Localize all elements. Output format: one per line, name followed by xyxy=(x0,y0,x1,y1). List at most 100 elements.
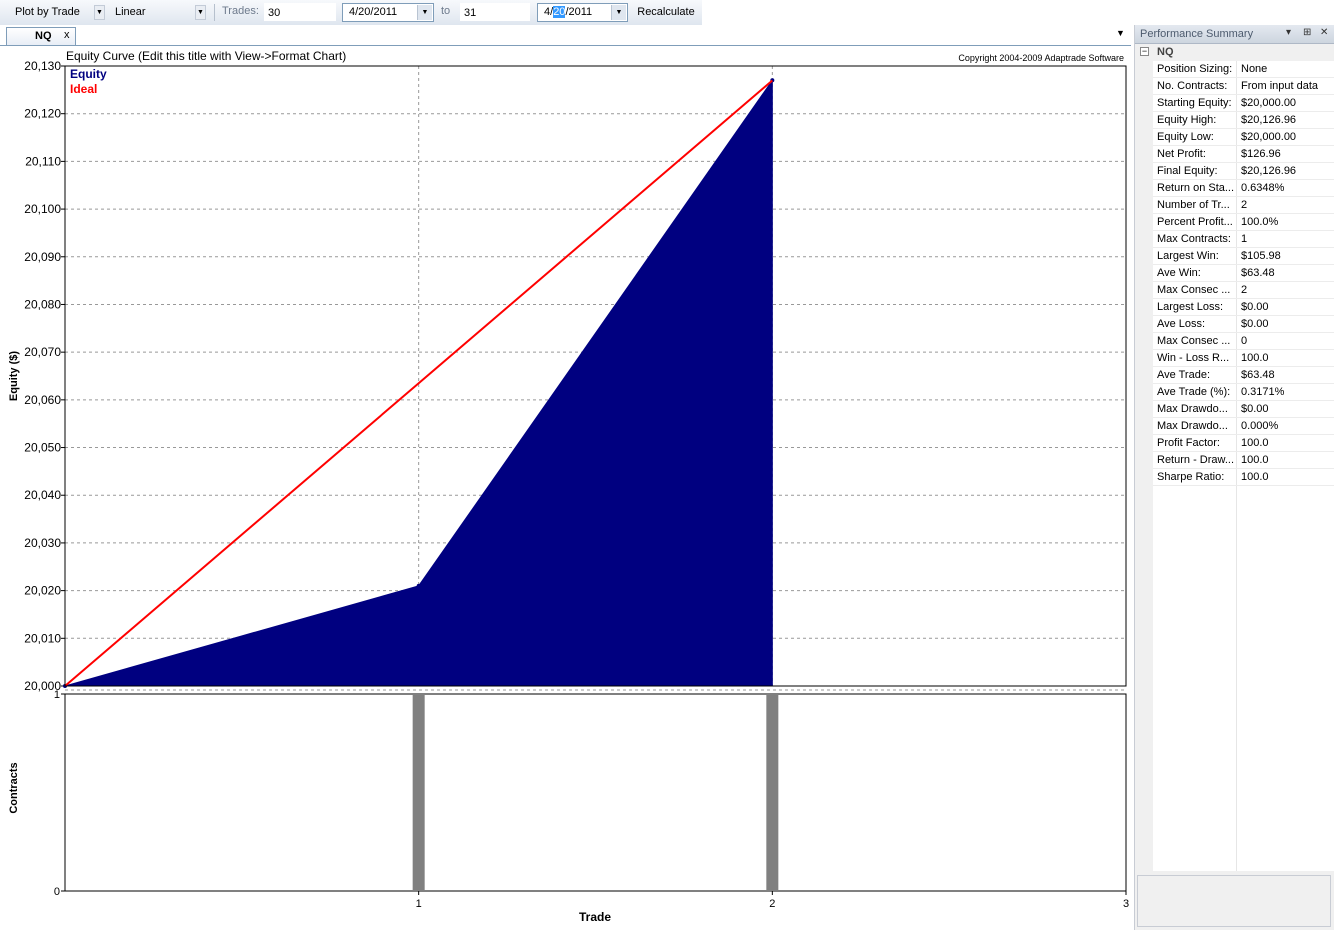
grid-group-nq[interactable]: − NQ xyxy=(1136,44,1334,61)
contracts-y-tick-label: 0 xyxy=(54,886,60,898)
trades-from-input[interactable]: 30 xyxy=(264,3,336,21)
property-name: Final Equity: xyxy=(1157,165,1218,177)
property-name: Win - Loss R... xyxy=(1157,352,1230,364)
property-row[interactable]: Equity High: $20,126.96 xyxy=(1153,112,1334,129)
property-row[interactable]: Percent Profit... 100.0% xyxy=(1153,214,1334,231)
property-row[interactable]: Equity Low: $20,000.00 xyxy=(1153,129,1334,146)
equity-y-tick-label: 20,100 xyxy=(24,202,61,216)
property-name: Sharpe Ratio: xyxy=(1157,471,1225,483)
property-row[interactable]: Ave Win: $63.48 xyxy=(1153,265,1334,282)
to-label: to xyxy=(441,5,451,17)
property-row[interactable]: Sharpe Ratio: 100.0 xyxy=(1153,469,1334,486)
property-value: $20,126.96 xyxy=(1241,165,1297,177)
property-value: 100.0 xyxy=(1241,454,1269,466)
equity-y-tick-label: 20,010 xyxy=(24,631,61,645)
property-row[interactable]: Number of Tr... 2 xyxy=(1153,197,1334,214)
date-to-picker[interactable]: 4/20/2011 ▼ xyxy=(537,3,628,22)
chart-copyright: Copyright 2004-2009 Adaptrade Software xyxy=(958,53,1124,63)
property-row[interactable]: Final Equity: $20,126.96 xyxy=(1153,163,1334,180)
equity-point xyxy=(416,583,421,588)
property-value: 0.000% xyxy=(1241,420,1279,432)
recalculate-button[interactable]: Recalculate xyxy=(631,2,701,22)
plot-mode-select[interactable]: Plot by Trade xyxy=(12,3,92,21)
property-value: 0 xyxy=(1241,335,1248,347)
property-row[interactable]: Max Contracts: 1 xyxy=(1153,231,1334,248)
property-name: Return on Sta... xyxy=(1157,182,1235,194)
panel-float-icon[interactable]: ⊞ xyxy=(1303,27,1311,38)
property-name: Max Contracts: xyxy=(1157,233,1231,245)
property-name: Ave Trade (%): xyxy=(1157,386,1231,398)
panel-close-icon[interactable]: ✕ xyxy=(1320,27,1328,38)
plot-mode-dropdown-icon[interactable]: ▼ xyxy=(94,5,105,20)
property-row[interactable]: Position Sizing: None xyxy=(1153,61,1334,78)
tab-nq-label: NQ xyxy=(35,30,52,42)
property-row[interactable]: Largest Win: $105.98 xyxy=(1153,248,1334,265)
property-row[interactable]: Max Consec ... 2 xyxy=(1153,282,1334,299)
date-from-dropdown-icon[interactable]: ▼ xyxy=(417,5,432,20)
property-row[interactable]: Ave Trade: $63.48 xyxy=(1153,367,1334,384)
equity-y-tick-label: 20,130 xyxy=(24,59,61,73)
panel-title: Performance Summary xyxy=(1140,28,1254,40)
property-name: Ave Trade: xyxy=(1157,369,1210,381)
property-row[interactable]: No. Contracts: From input data xyxy=(1153,78,1334,95)
tab-nq[interactable]: NQ x xyxy=(6,27,76,45)
property-value: $126.96 xyxy=(1241,148,1281,160)
property-row[interactable]: Max Consec ... 0 xyxy=(1153,333,1334,350)
equity-y-tick-label: 20,030 xyxy=(24,536,61,550)
equity-y-tick-label: 20,020 xyxy=(24,584,61,598)
collapse-icon[interactable]: − xyxy=(1140,47,1149,56)
equity-y-tick-label: 20,080 xyxy=(24,297,61,311)
toolbar-empty-area xyxy=(702,0,1334,25)
panel-options-icon[interactable]: ▾ xyxy=(1286,27,1291,38)
property-row[interactable]: Starting Equity: $20,000.00 xyxy=(1153,95,1334,112)
equity-y-tick-label: 20,090 xyxy=(24,250,61,264)
equity-axis-label: Equity ($) xyxy=(8,351,20,401)
property-row[interactable]: Max Drawdo... 0.000% xyxy=(1153,418,1334,435)
equity-y-tick-label: 20,040 xyxy=(24,488,61,502)
trades-to-input[interactable]: 31 xyxy=(460,3,530,21)
property-row[interactable]: Max Drawdo... $0.00 xyxy=(1153,401,1334,418)
property-name: Equity Low: xyxy=(1157,131,1214,143)
date-from-picker[interactable]: 4/20/2011 ▼ xyxy=(342,3,434,22)
property-value: $20,000.00 xyxy=(1241,131,1297,143)
property-name: Number of Tr... xyxy=(1157,199,1230,211)
property-name: Max Consec ... xyxy=(1157,284,1231,296)
property-value: 2 xyxy=(1241,284,1248,296)
property-name: Max Drawdo... xyxy=(1157,403,1228,415)
property-value: $20,000.00 xyxy=(1241,97,1297,109)
scale-select[interactable]: Linear xyxy=(112,3,194,21)
property-row[interactable]: Ave Trade (%): 0.3171% xyxy=(1153,384,1334,401)
document-menu-icon[interactable]: ▼ xyxy=(1116,28,1125,38)
property-name: Ave Loss: xyxy=(1157,318,1206,330)
property-row[interactable]: Ave Loss: $0.00 xyxy=(1153,316,1334,333)
close-icon[interactable]: x xyxy=(64,29,70,41)
property-row[interactable]: Largest Loss: $0.00 xyxy=(1153,299,1334,316)
property-row[interactable]: Return on Sta... 0.6348% xyxy=(1153,180,1334,197)
date-to-dropdown-icon[interactable]: ▼ xyxy=(611,5,626,20)
date-to-day-selected[interactable]: 20 xyxy=(553,6,566,18)
property-value: From input data xyxy=(1241,80,1319,92)
property-row[interactable]: Net Profit: $126.96 xyxy=(1153,146,1334,163)
property-value: $63.48 xyxy=(1241,267,1275,279)
property-name: Largest Loss: xyxy=(1157,301,1224,313)
panel-description-area xyxy=(1137,875,1331,927)
document-tabstrip: NQ x ▼ xyxy=(0,25,1131,46)
property-row[interactable]: Profit Factor: 100.0 xyxy=(1153,435,1334,452)
property-name: Return - Draw... xyxy=(1157,454,1235,466)
equity-y-tick-label: 20,110 xyxy=(25,154,61,168)
property-value: None xyxy=(1241,63,1268,75)
property-name: No. Contracts: xyxy=(1157,80,1228,92)
property-name: Max Drawdo... xyxy=(1157,420,1228,432)
date-to-year: /2011 xyxy=(565,6,593,18)
legend-ideal: Ideal xyxy=(70,82,97,96)
property-row[interactable]: Return - Draw... 100.0 xyxy=(1153,452,1334,469)
scale-dropdown-icon[interactable]: ▼ xyxy=(195,5,206,20)
trades-label: Trades: xyxy=(222,5,259,17)
equity-y-tick-label: 20,070 xyxy=(24,345,61,359)
property-row[interactable]: Win - Loss R... 100.0 xyxy=(1153,350,1334,367)
property-value: $0.00 xyxy=(1241,403,1269,415)
property-value: 100.0 xyxy=(1241,437,1269,449)
trade-x-tick-label: 2 xyxy=(769,898,775,910)
equity-chart: 20,00020,01020,02020,03020,04020,05020,0… xyxy=(8,49,1129,924)
equity-y-tick-label: 20,060 xyxy=(24,393,61,407)
